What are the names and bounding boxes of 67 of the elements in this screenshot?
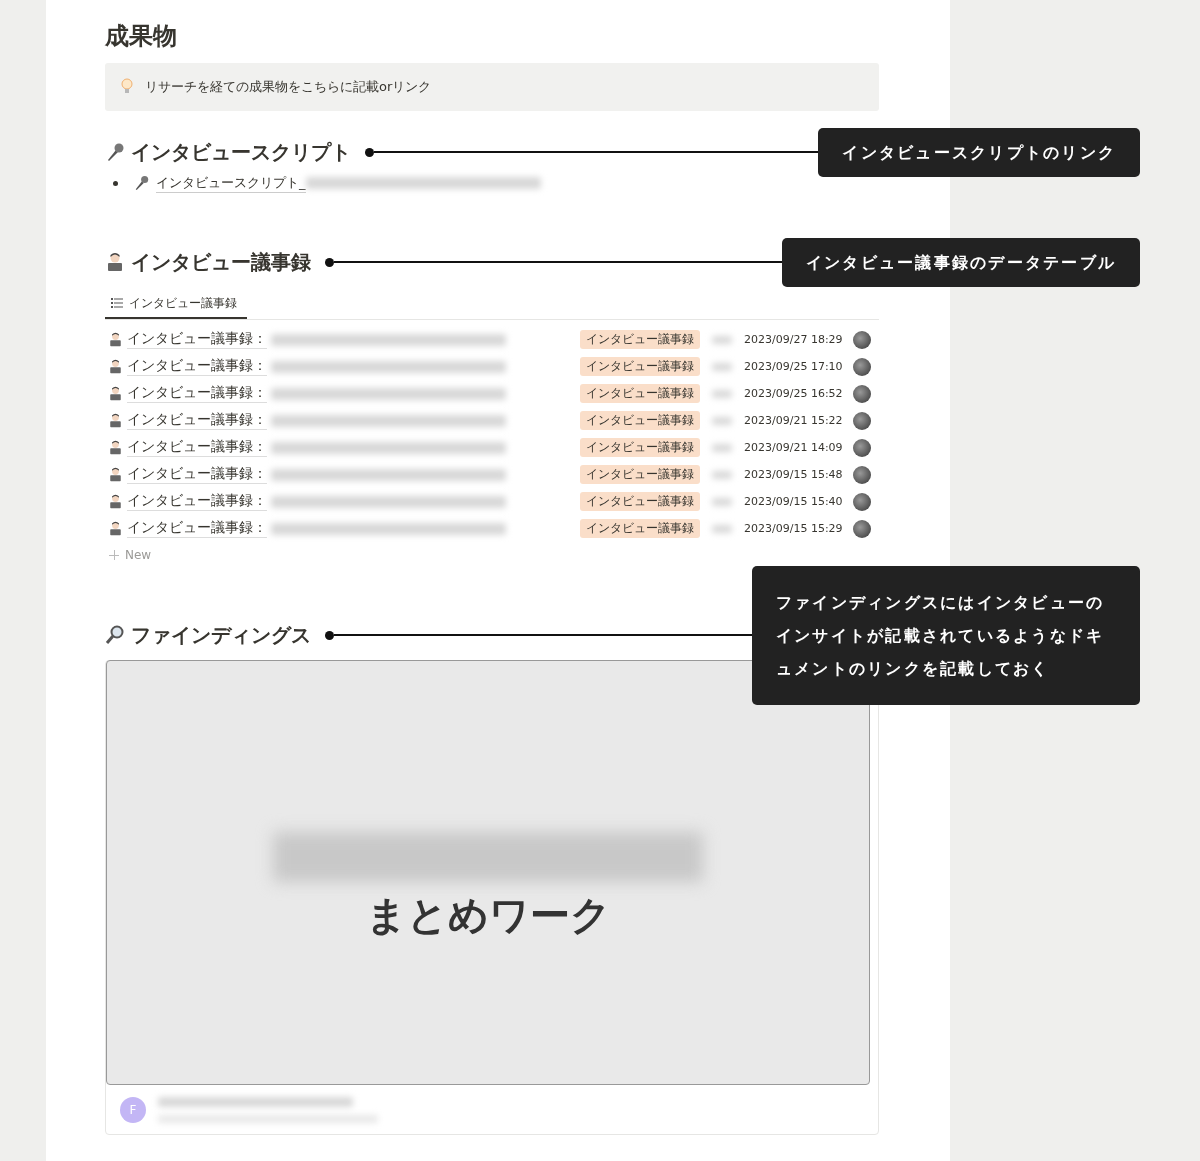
tag: インタビュー議事録 [580,384,700,403]
annotation-label: ファインディングスにはインタビューのインサイトが記載されているようなドキュメントのリンクを記載しておく [752,565,1140,705]
row-title-link[interactable]: インタビュー議事録： [127,384,267,403]
person-laptop-icon [108,494,123,509]
avatar-icon [852,384,871,403]
tag: インタビュー議事録 [580,411,700,430]
created-date: 2023/09/21 15:22 [744,412,843,429]
row-title-link[interactable]: インタビュー議事録： [127,492,267,511]
magnifier-icon [105,625,125,645]
redacted-text [712,497,732,506]
redacted-text [712,443,732,452]
avatar-icon [852,492,871,511]
section-heading: インタビュー議事録 [131,248,311,276]
page-title: 成果物 [105,21,177,52]
redacted-text [712,335,732,344]
person-laptop-icon [108,467,123,482]
person-laptop-icon [108,413,123,428]
redacted-text [712,362,732,371]
row-title-link[interactable]: インタビュー議事録： [127,411,267,430]
annotation-label: インタビュースクリプトのリンク [818,127,1140,177]
person-laptop-icon [108,386,123,401]
bullet-icon [113,180,118,186]
row-title-link[interactable]: インタビュー議事録： [127,330,267,349]
section-heading: ファインディングス [131,621,311,649]
annotation-label: インタビュー議事録のデータテーブル [781,237,1140,287]
page-link[interactable]: インタビュースクリプト_ [156,173,306,193]
redacted-text [712,470,732,479]
person-laptop-icon [108,440,123,455]
row-title-link[interactable]: インタビュー議事録： [127,357,267,376]
created-date: 2023/09/25 16:52 [744,385,843,402]
avatar-icon [852,519,871,538]
row-title-link[interactable]: インタビュー議事録： [127,438,267,457]
avatar-icon [852,330,871,349]
microphone-icon [134,175,150,191]
avatar-icon [852,465,871,484]
tag: インタビュー議事録 [580,438,700,457]
created-date: 2023/09/15 15:40 [744,493,843,510]
row-title-link[interactable]: インタビュー議事録： [127,519,267,538]
avatar-icon: F [120,1097,146,1123]
list-icon [111,298,123,308]
tag: インタビュー議事録 [580,492,700,511]
lightbulb-icon [121,78,133,96]
callout-text: リサーチを経ての成果物をこちらに記載orリンク [145,78,432,96]
preview-title: まとめワーク [365,891,611,940]
redacted-text [712,416,732,425]
created-date: 2023/09/21 14:09 [744,439,843,456]
tag: インタビュー議事録 [580,465,700,484]
tag: インタビュー議事録 [580,330,700,349]
created-date: 2023/09/27 18:29 [744,331,843,348]
created-date: 2023/09/25 17:10 [744,358,843,375]
redacted-text [712,389,732,398]
avatar-icon [852,357,871,376]
tag: インタビュー議事録 [580,519,700,538]
tag: インタビュー議事録 [580,357,700,376]
row-title-link[interactable]: インタビュー議事録： [127,465,267,484]
avatar-icon [852,438,871,457]
person-laptop-icon [108,359,123,374]
person-laptop-icon [108,521,123,536]
created-date: 2023/09/15 15:29 [744,520,843,537]
redacted-text [712,524,732,533]
person-laptop-icon [108,332,123,347]
microphone-icon [105,142,125,162]
avatar-icon [852,411,871,430]
section-heading: インタビュースクリプト [131,138,351,166]
view-tab[interactable]: インタビュー議事録 [105,289,247,319]
person-laptop-icon [105,252,125,272]
created-date: 2023/09/15 15:48 [744,466,843,483]
